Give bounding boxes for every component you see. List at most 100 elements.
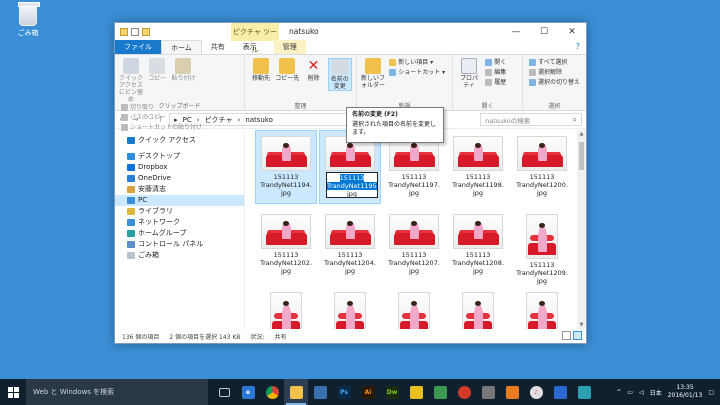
nav-item[interactable]: ごみ箱 (115, 250, 244, 261)
pin-quick-access-button[interactable]: クイック アクセスにピン留め (119, 58, 143, 103)
tab-view[interactable]: 表示 (234, 40, 266, 54)
volume-tray-icon[interactable]: ◁ (639, 389, 644, 396)
taskbar-app-gray[interactable] (476, 379, 500, 405)
delete-button[interactable]: ✕ 削除 (301, 58, 325, 82)
file-item[interactable] (447, 286, 509, 329)
copy-button[interactable]: コピー (145, 58, 169, 82)
file-item[interactable] (319, 286, 381, 329)
breadcrumb-natsuko[interactable]: natsuko (245, 116, 273, 124)
copy-path-button[interactable]: パスのコピー (121, 113, 202, 123)
tab-share[interactable]: 共有 (202, 40, 234, 54)
file-item[interactable]: 151113 TrandyNet1204. jpg (319, 208, 381, 282)
rename-selected-text: TrandyNet1195 (327, 182, 377, 190)
file-name-line: TrandyNet1194. (260, 181, 312, 189)
scroll-up-icon[interactable]: ▲ (577, 131, 586, 137)
help-icon[interactable]: ? (576, 42, 580, 51)
photo-thumbnail (526, 292, 558, 329)
search-input[interactable]: natsukoの検索 ⌕ (480, 113, 583, 126)
taskbar-app-orange[interactable] (500, 379, 524, 405)
file-item[interactable]: 151113 TrandyNet1207. jpg (383, 208, 445, 282)
nav-item[interactable]: デスクトップ (115, 151, 244, 162)
taskbar-app-green[interactable] (428, 379, 452, 405)
tray-chevron-icon[interactable]: ^ (616, 389, 621, 396)
taskbar-edge[interactable]: e (236, 379, 260, 405)
dropbox-icon (127, 164, 135, 171)
nav-item[interactable]: PC (115, 195, 244, 206)
file-item[interactable]: 151113 TrandyNet1198. jpg (447, 130, 509, 204)
picture-tools-context-tab[interactable]: ピクチャ ツール (231, 23, 279, 54)
shortcut-button[interactable]: ショートカット ▾ (389, 68, 445, 78)
ime-language[interactable]: 日本 (650, 388, 662, 397)
taskbar-file-explorer[interactable] (284, 379, 308, 405)
taskbar-illustrator[interactable]: Ai (356, 379, 380, 405)
move-to-button[interactable]: 移動先 (249, 58, 273, 82)
nav-item[interactable]: ネットワーク (115, 217, 244, 228)
file-item[interactable] (511, 286, 573, 329)
taskbar-app-yellow[interactable] (404, 379, 428, 405)
taskbar-photoshop[interactable]: Ps (332, 379, 356, 405)
rename-textbox[interactable]: 151113 TrandyNet1195. jpg (326, 172, 379, 198)
breadcrumb-pictures[interactable]: ピクチャ (205, 115, 233, 125)
vertical-scrollbar[interactable]: ▲ ▼ (577, 130, 586, 329)
recycle-bin-desktop-icon[interactable]: ごみ箱 (10, 2, 46, 38)
large-icons-view-icon[interactable] (573, 331, 582, 340)
select-none-button[interactable]: 選択解除 (529, 68, 580, 78)
taskbar: Web と Windows を検索 e Ps Ai Dw ♪ ^ ▭ ◁ 日本 … (0, 379, 720, 405)
details-view-icon[interactable] (562, 331, 571, 340)
new-folder-button[interactable]: 新しいフォルダー (361, 58, 385, 89)
properties-button[interactable]: プロパティ (457, 58, 481, 89)
new-folder-qat-icon[interactable] (142, 28, 150, 36)
close-button[interactable]: ✕ (558, 23, 586, 41)
tab-manage[interactable]: 管理 (273, 40, 306, 54)
network-tray-icon[interactable]: ▭ (627, 389, 633, 396)
clock[interactable]: 13:35 2016/01/13 (668, 384, 703, 400)
taskbar-itunes[interactable]: ♪ (524, 379, 548, 405)
taskbar-store[interactable] (308, 379, 332, 405)
notifications-icon[interactable]: ▢ (708, 389, 714, 396)
scroll-down-icon[interactable]: ▼ (577, 322, 586, 328)
nav-item[interactable]: クイック アクセス (115, 135, 244, 146)
file-item[interactable]: 151113 TrandyNet1200. jpg (511, 130, 573, 204)
maximize-button[interactable]: ☐ (530, 23, 558, 41)
file-name-line: 151113 (529, 173, 555, 181)
nav-item[interactable]: コントロール パネル (115, 239, 244, 250)
taskbar-search-box[interactable]: Web と Windows を検索 (26, 379, 208, 405)
invert-selection-button[interactable]: 選択の切り替え (529, 78, 580, 88)
edit-button[interactable]: 編集 (485, 68, 506, 78)
taskbar-app-teal[interactable] (572, 379, 596, 405)
nav-item[interactable]: OneDrive (115, 173, 244, 184)
history-button[interactable]: 履歴 (485, 78, 506, 88)
nav-item[interactable]: ライブラリ (115, 206, 244, 217)
photo-thumbnail (517, 136, 567, 171)
delete-x-icon: ✕ (307, 58, 320, 74)
nav-item[interactable]: ホームグループ (115, 228, 244, 239)
app-yellow-icon (409, 385, 423, 399)
nav-item[interactable]: Dropbox (115, 162, 244, 173)
start-button[interactable] (0, 379, 26, 405)
task-view-button[interactable] (212, 379, 236, 405)
ribbon-tabs: ファイル ホーム 共有 表示 管理 ? (115, 40, 586, 55)
rename-button[interactable]: 名前の変更 (327, 58, 352, 91)
file-item[interactable]: 151113 TrandyNet1202. jpg (255, 208, 317, 282)
minimize-button[interactable]: — (502, 23, 530, 41)
selection-info: 2 個の項目を選択 143 KB (169, 333, 241, 341)
file-item[interactable]: 151113 TrandyNet1209. jpg (511, 208, 573, 285)
tab-home[interactable]: ホーム (161, 40, 202, 54)
file-item[interactable] (255, 286, 317, 329)
file-item[interactable]: 151113 TrandyNet1208. jpg (447, 208, 509, 282)
taskbar-app-red[interactable] (452, 379, 476, 405)
taskbar-dreamweaver[interactable]: Dw (380, 379, 404, 405)
file-item[interactable] (383, 286, 445, 329)
taskbar-chrome[interactable] (260, 379, 284, 405)
taskbar-app-blue[interactable] (548, 379, 572, 405)
new-item-button[interactable]: 新しい項目 ▾ (389, 58, 445, 68)
properties-qat-icon[interactable] (131, 28, 139, 36)
file-item[interactable]: 151113 TrandyNet1194. jpg (255, 130, 317, 204)
select-all-button[interactable]: すべて選択 (529, 58, 580, 68)
scrollbar-thumb[interactable] (579, 142, 584, 170)
tab-file[interactable]: ファイル (115, 40, 161, 54)
paste-button[interactable]: 貼り付け (171, 58, 195, 82)
nav-item[interactable]: 安藤清志 (115, 184, 244, 195)
copy-to-button[interactable]: コピー先 (275, 58, 299, 82)
open-button[interactable]: 開く (485, 58, 506, 68)
